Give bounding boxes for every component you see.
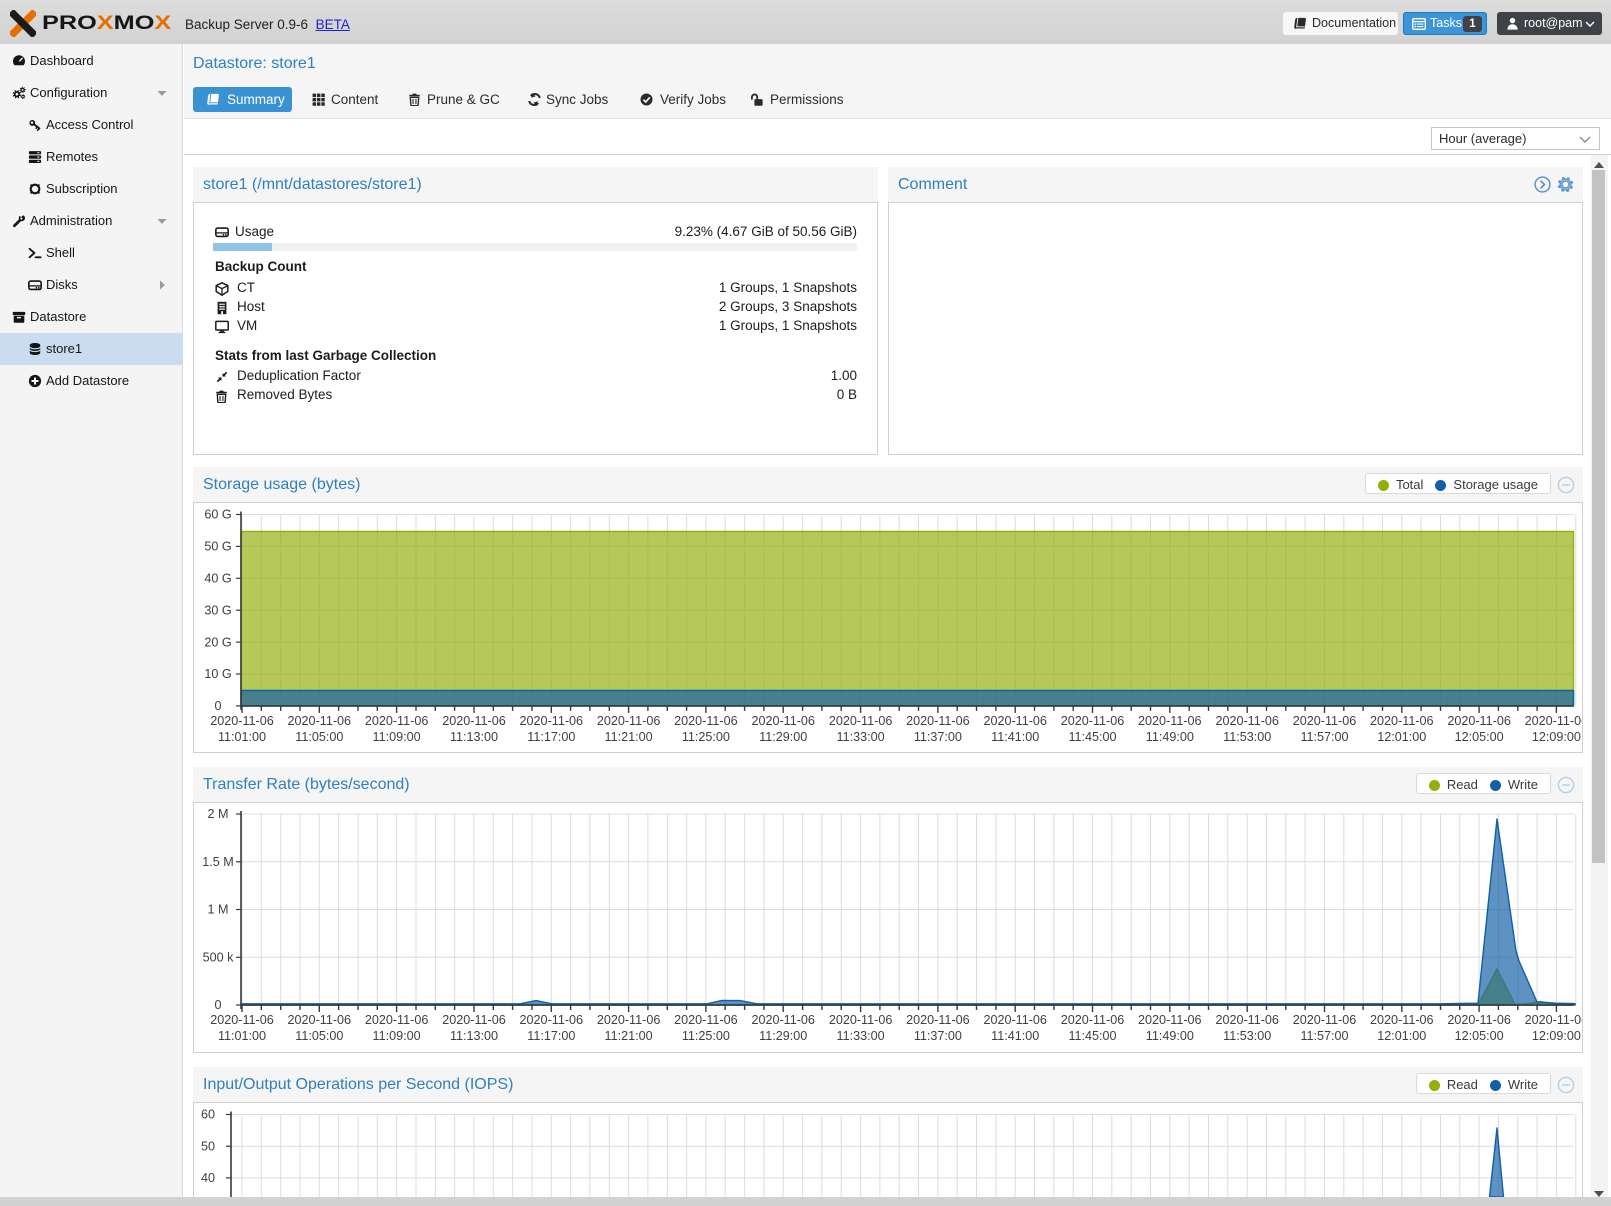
svg-text:11:53:00: 11:53:00 [1223, 1029, 1271, 1043]
svg-text:40: 40 [201, 1171, 215, 1185]
svg-text:12:01:00: 12:01:00 [1377, 1029, 1426, 1043]
svg-text:11:01:00: 11:01:00 [218, 730, 266, 744]
svg-text:2020-11-06: 2020-11-06 [597, 1013, 661, 1027]
svg-text:2020-11-06: 2020-11-06 [1138, 1013, 1202, 1027]
svg-text:2020-11-06: 2020-11-06 [288, 714, 352, 728]
svg-text:2020-11-06: 2020-11-06 [365, 1013, 429, 1027]
svg-text:2020-11-06: 2020-11-06 [1370, 1013, 1434, 1027]
svg-text:12:09:00: 12:09:00 [1532, 1029, 1581, 1043]
svg-text:2020-11-06: 2020-11-06 [906, 714, 970, 728]
svg-text:12:09:00: 12:09:00 [1532, 730, 1581, 744]
svg-text:2020-11-06: 2020-11-06 [1215, 1013, 1279, 1027]
svg-text:11:41:00: 11:41:00 [991, 730, 1039, 744]
svg-text:0: 0 [214, 998, 221, 1012]
svg-text:50 G: 50 G [204, 540, 231, 554]
svg-text:11:09:00: 11:09:00 [373, 1029, 421, 1043]
svg-text:2020-11-06: 2020-11-06 [1447, 714, 1511, 728]
svg-text:11:49:00: 11:49:00 [1146, 730, 1194, 744]
svg-text:2020-11-06: 2020-11-06 [1061, 714, 1125, 728]
svg-text:11:25:00: 11:25:00 [682, 1029, 730, 1043]
svg-text:2020-11-06: 2020-11-06 [751, 1013, 815, 1027]
svg-text:2020-11-06: 2020-11-06 [210, 714, 274, 728]
svg-text:11:37:00: 11:37:00 [914, 1029, 962, 1043]
svg-text:2020-11-06: 2020-11-06 [1447, 1013, 1511, 1027]
svg-text:11:05:00: 11:05:00 [295, 730, 343, 744]
svg-text:2020-11-06: 2020-11-06 [1525, 714, 1582, 728]
svg-text:11:17:00: 11:17:00 [527, 1029, 575, 1043]
svg-text:0: 0 [214, 699, 221, 713]
svg-text:2020-11-06: 2020-11-06 [983, 714, 1046, 728]
svg-text:2 M: 2 M [208, 807, 229, 821]
svg-text:2020-11-06: 2020-11-06 [674, 1013, 738, 1027]
svg-text:500 k: 500 k [203, 951, 235, 965]
svg-text:2020-11-06: 2020-11-06 [365, 714, 429, 728]
svg-text:40 G: 40 G [204, 572, 231, 586]
svg-text:11:05:00: 11:05:00 [295, 1029, 343, 1043]
svg-text:2020-11-06: 2020-11-06 [442, 714, 506, 728]
svg-text:2020-11-06: 2020-11-06 [442, 1013, 506, 1027]
svg-text:20 G: 20 G [204, 635, 231, 649]
svg-text:12:01:00: 12:01:00 [1377, 730, 1426, 744]
svg-text:2020-11-06: 2020-11-06 [674, 714, 738, 728]
svg-text:2020-11-06: 2020-11-06 [1525, 1013, 1582, 1027]
svg-text:11:33:00: 11:33:00 [837, 730, 885, 744]
svg-text:11:49:00: 11:49:00 [1146, 1029, 1194, 1043]
svg-text:11:57:00: 11:57:00 [1300, 1029, 1348, 1043]
svg-text:11:17:00: 11:17:00 [527, 730, 575, 744]
svg-text:12:05:00: 12:05:00 [1455, 730, 1504, 744]
svg-text:2020-11-06: 2020-11-06 [829, 714, 893, 728]
svg-text:2020-11-06: 2020-11-06 [1370, 714, 1434, 728]
svg-text:11:29:00: 11:29:00 [759, 1029, 807, 1043]
svg-text:12:05:00: 12:05:00 [1455, 1029, 1504, 1043]
svg-text:11:33:00: 11:33:00 [837, 1029, 885, 1043]
svg-text:2020-11-06: 2020-11-06 [1215, 714, 1279, 728]
svg-text:11:29:00: 11:29:00 [759, 730, 807, 744]
svg-text:10 G: 10 G [204, 667, 231, 681]
svg-text:11:13:00: 11:13:00 [450, 1029, 498, 1043]
svg-text:2020-11-06: 2020-11-06 [1061, 1013, 1125, 1027]
svg-text:11:25:00: 11:25:00 [682, 730, 730, 744]
svg-text:2020-11-06: 2020-11-06 [983, 1013, 1046, 1027]
svg-text:2020-11-06: 2020-11-06 [1293, 714, 1357, 728]
svg-text:1.5 M: 1.5 M [202, 855, 234, 869]
svg-text:2020-11-06: 2020-11-06 [210, 1013, 274, 1027]
svg-text:30 G: 30 G [204, 603, 231, 617]
svg-text:11:09:00: 11:09:00 [373, 730, 421, 744]
svg-text:1 M: 1 M [208, 903, 229, 917]
svg-text:11:45:00: 11:45:00 [1068, 1029, 1116, 1043]
svg-text:11:53:00: 11:53:00 [1223, 730, 1271, 744]
svg-text:2020-11-06: 2020-11-06 [1138, 714, 1202, 728]
svg-text:60: 60 [201, 1108, 215, 1122]
svg-text:2020-11-06: 2020-11-06 [520, 1013, 584, 1027]
svg-text:2020-11-06: 2020-11-06 [829, 1013, 893, 1027]
svg-text:60 G: 60 G [204, 508, 231, 522]
svg-text:11:01:00: 11:01:00 [218, 1029, 266, 1043]
svg-text:2020-11-06: 2020-11-06 [1293, 1013, 1357, 1027]
svg-text:2020-11-06: 2020-11-06 [597, 714, 661, 728]
svg-text:50: 50 [201, 1139, 215, 1153]
svg-text:11:45:00: 11:45:00 [1068, 730, 1116, 744]
svg-text:11:13:00: 11:13:00 [450, 730, 498, 744]
svg-text:11:41:00: 11:41:00 [991, 1029, 1039, 1043]
svg-text:11:21:00: 11:21:00 [605, 730, 653, 744]
svg-text:2020-11-06: 2020-11-06 [520, 714, 584, 728]
svg-text:11:37:00: 11:37:00 [914, 730, 962, 744]
svg-text:11:57:00: 11:57:00 [1300, 730, 1348, 744]
svg-text:2020-11-06: 2020-11-06 [751, 714, 815, 728]
svg-text:2020-11-06: 2020-11-06 [288, 1013, 352, 1027]
svg-text:11:21:00: 11:21:00 [605, 1029, 653, 1043]
svg-text:2020-11-06: 2020-11-06 [906, 1013, 970, 1027]
